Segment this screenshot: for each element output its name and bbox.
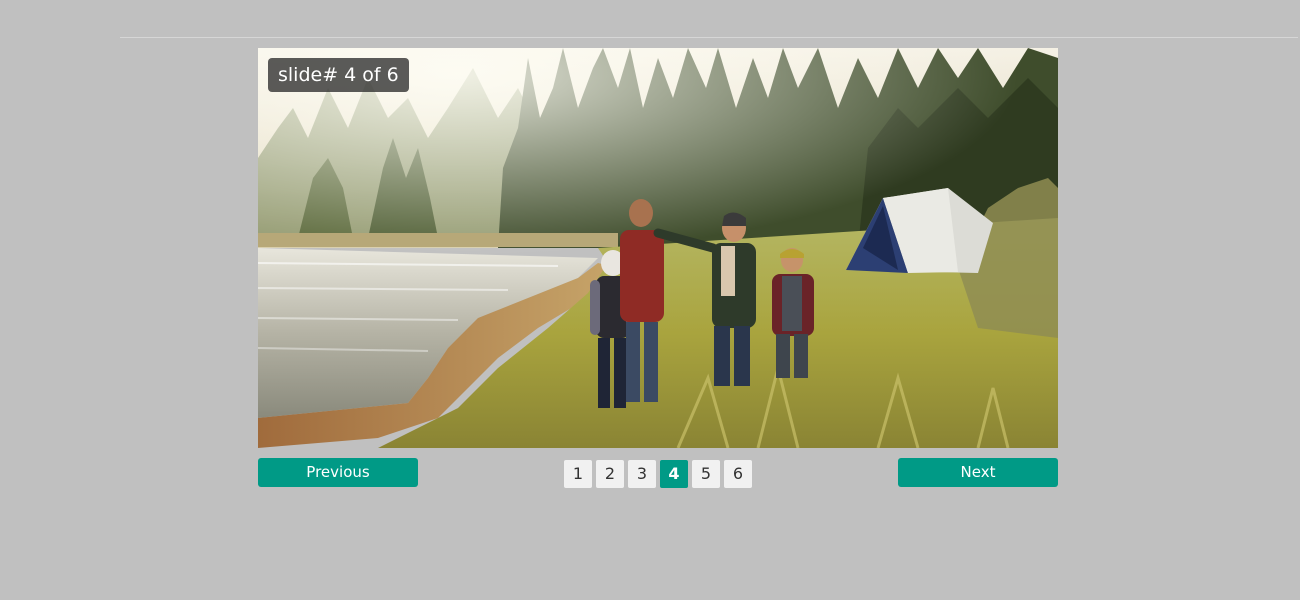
- top-divider: [120, 37, 1298, 38]
- page-button-6[interactable]: 6: [724, 460, 752, 488]
- page-button-5[interactable]: 5: [692, 460, 720, 488]
- page-button-2[interactable]: 2: [596, 460, 624, 488]
- slide-image: [258, 48, 1058, 448]
- next-button[interactable]: Next: [898, 458, 1058, 487]
- previous-button[interactable]: Previous: [258, 458, 418, 487]
- page-button-3[interactable]: 3: [628, 460, 656, 488]
- page-button-1[interactable]: 1: [564, 460, 592, 488]
- slide-counter: slide# 4 of 6: [268, 58, 409, 92]
- pagination: 1 2 3 4 5 6: [564, 460, 752, 488]
- slideshow: slide# 4 of 6: [258, 48, 1058, 448]
- page-button-4[interactable]: 4: [660, 460, 688, 488]
